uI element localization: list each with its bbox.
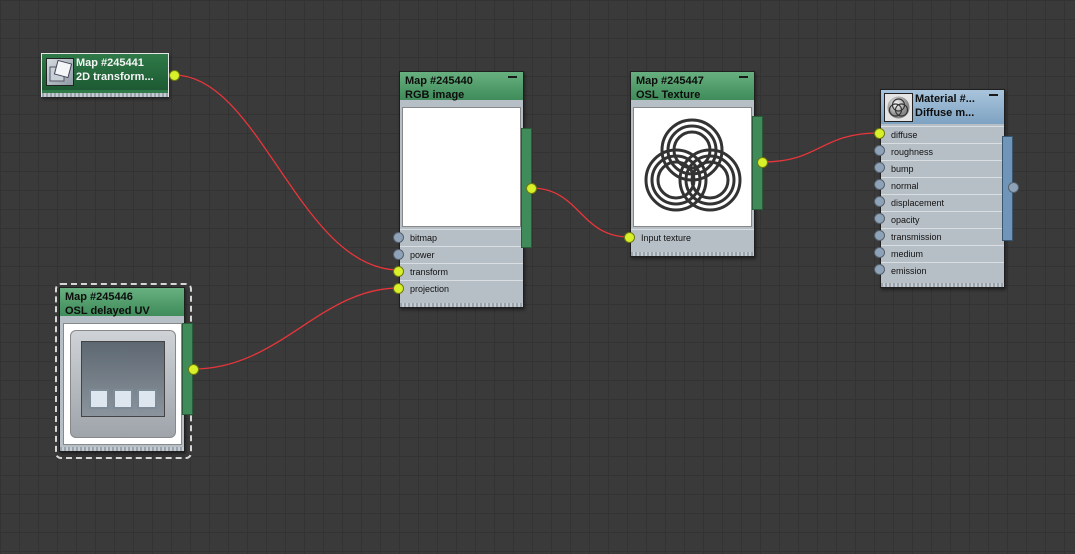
slot-opacity[interactable]: opacity xyxy=(881,211,1004,227)
node-header[interactable]: Map #245446 OSL delayed UV xyxy=(60,288,184,317)
slot-transmission[interactable]: transmission xyxy=(881,228,1004,244)
material-sphere-icon xyxy=(884,93,913,122)
node-title: Map #245441 xyxy=(76,57,144,69)
wire-input-texture[interactable] xyxy=(530,187,630,238)
wire-transform[interactable] xyxy=(173,74,400,271)
slot-emission[interactable]: emission xyxy=(881,262,1004,278)
node-material-diffuse[interactable]: Material #... Diffuse m... diffuse rough… xyxy=(880,89,1005,288)
input-port-transmission[interactable] xyxy=(874,230,885,241)
slot-medium[interactable]: medium xyxy=(881,245,1004,261)
node-subtitle: Diffuse m... xyxy=(915,107,975,119)
output-port-osl-texture[interactable] xyxy=(757,157,768,168)
slot-power[interactable]: power xyxy=(400,246,523,262)
node-osl-delayed-uv[interactable]: Map #245446 OSL delayed UV xyxy=(59,287,185,452)
slot-bump[interactable]: bump xyxy=(881,160,1004,176)
collapse-icon[interactable] xyxy=(739,76,748,78)
input-port-roughness[interactable] xyxy=(874,145,885,156)
rgb-image-preview xyxy=(402,107,521,227)
node-subtitle: OSL delayed UV xyxy=(65,305,150,317)
slot-input-texture[interactable]: Input texture xyxy=(631,229,754,245)
input-port-projection[interactable] xyxy=(393,283,404,294)
node-subtitle: OSL Texture xyxy=(636,89,701,101)
osl-delayed-uv-preview xyxy=(63,323,182,445)
input-port-emission[interactable] xyxy=(874,264,885,275)
output-port-osl-delayed-uv[interactable] xyxy=(188,364,199,375)
slot-bitmap[interactable]: bitmap xyxy=(400,229,523,245)
input-port-normal[interactable] xyxy=(874,179,885,190)
input-port-bitmap[interactable] xyxy=(393,232,404,243)
output-port-rgb-image[interactable] xyxy=(526,183,537,194)
node-2d-transform[interactable]: Map #245441 2D transform... xyxy=(41,53,169,97)
slot-roughness[interactable]: roughness xyxy=(881,143,1004,159)
node-title: Material #... xyxy=(915,93,975,105)
input-port-transform[interactable] xyxy=(393,266,404,277)
node-title: Map #245440 xyxy=(405,75,473,87)
wire-diffuse[interactable] xyxy=(762,132,880,163)
input-port-opacity[interactable] xyxy=(874,213,885,224)
node-title: Map #245446 xyxy=(65,291,133,303)
collapse-icon[interactable] xyxy=(989,94,998,96)
node-subtitle: RGB image xyxy=(405,89,465,101)
osl-texture-preview xyxy=(633,107,752,227)
input-port-power[interactable] xyxy=(393,249,404,260)
slot-projection[interactable]: projection xyxy=(400,280,523,296)
output-port-2d-transform[interactable] xyxy=(169,70,180,81)
input-port-bump[interactable] xyxy=(874,162,885,173)
node-rgb-image[interactable]: Map #245440 RGB image bitmap power trans… xyxy=(399,71,524,308)
collapse-icon[interactable] xyxy=(508,76,517,78)
wire-projection[interactable] xyxy=(192,287,400,370)
output-port-material[interactable] xyxy=(1008,182,1019,193)
slot-normal[interactable]: normal xyxy=(881,177,1004,193)
node-title: Map #245447 xyxy=(636,75,704,87)
node-osl-texture[interactable]: Map #245447 OSL Texture Input texture xyxy=(630,71,755,257)
slot-displacement[interactable]: displacement xyxy=(881,194,1004,210)
slot-diffuse[interactable]: diffuse xyxy=(881,126,1004,142)
node-header[interactable]: Map #245440 RGB image xyxy=(400,72,523,101)
input-port-input-texture[interactable] xyxy=(624,232,635,243)
slot-transform[interactable]: transform xyxy=(400,263,523,279)
node-header[interactable]: Map #245447 OSL Texture xyxy=(631,72,754,101)
input-port-medium[interactable] xyxy=(874,247,885,258)
input-port-diffuse[interactable] xyxy=(874,128,885,139)
uv-window-icon xyxy=(70,330,176,438)
input-port-displacement[interactable] xyxy=(874,196,885,207)
node-subtitle: 2D transform... xyxy=(76,71,154,83)
transform-icon xyxy=(46,58,74,86)
